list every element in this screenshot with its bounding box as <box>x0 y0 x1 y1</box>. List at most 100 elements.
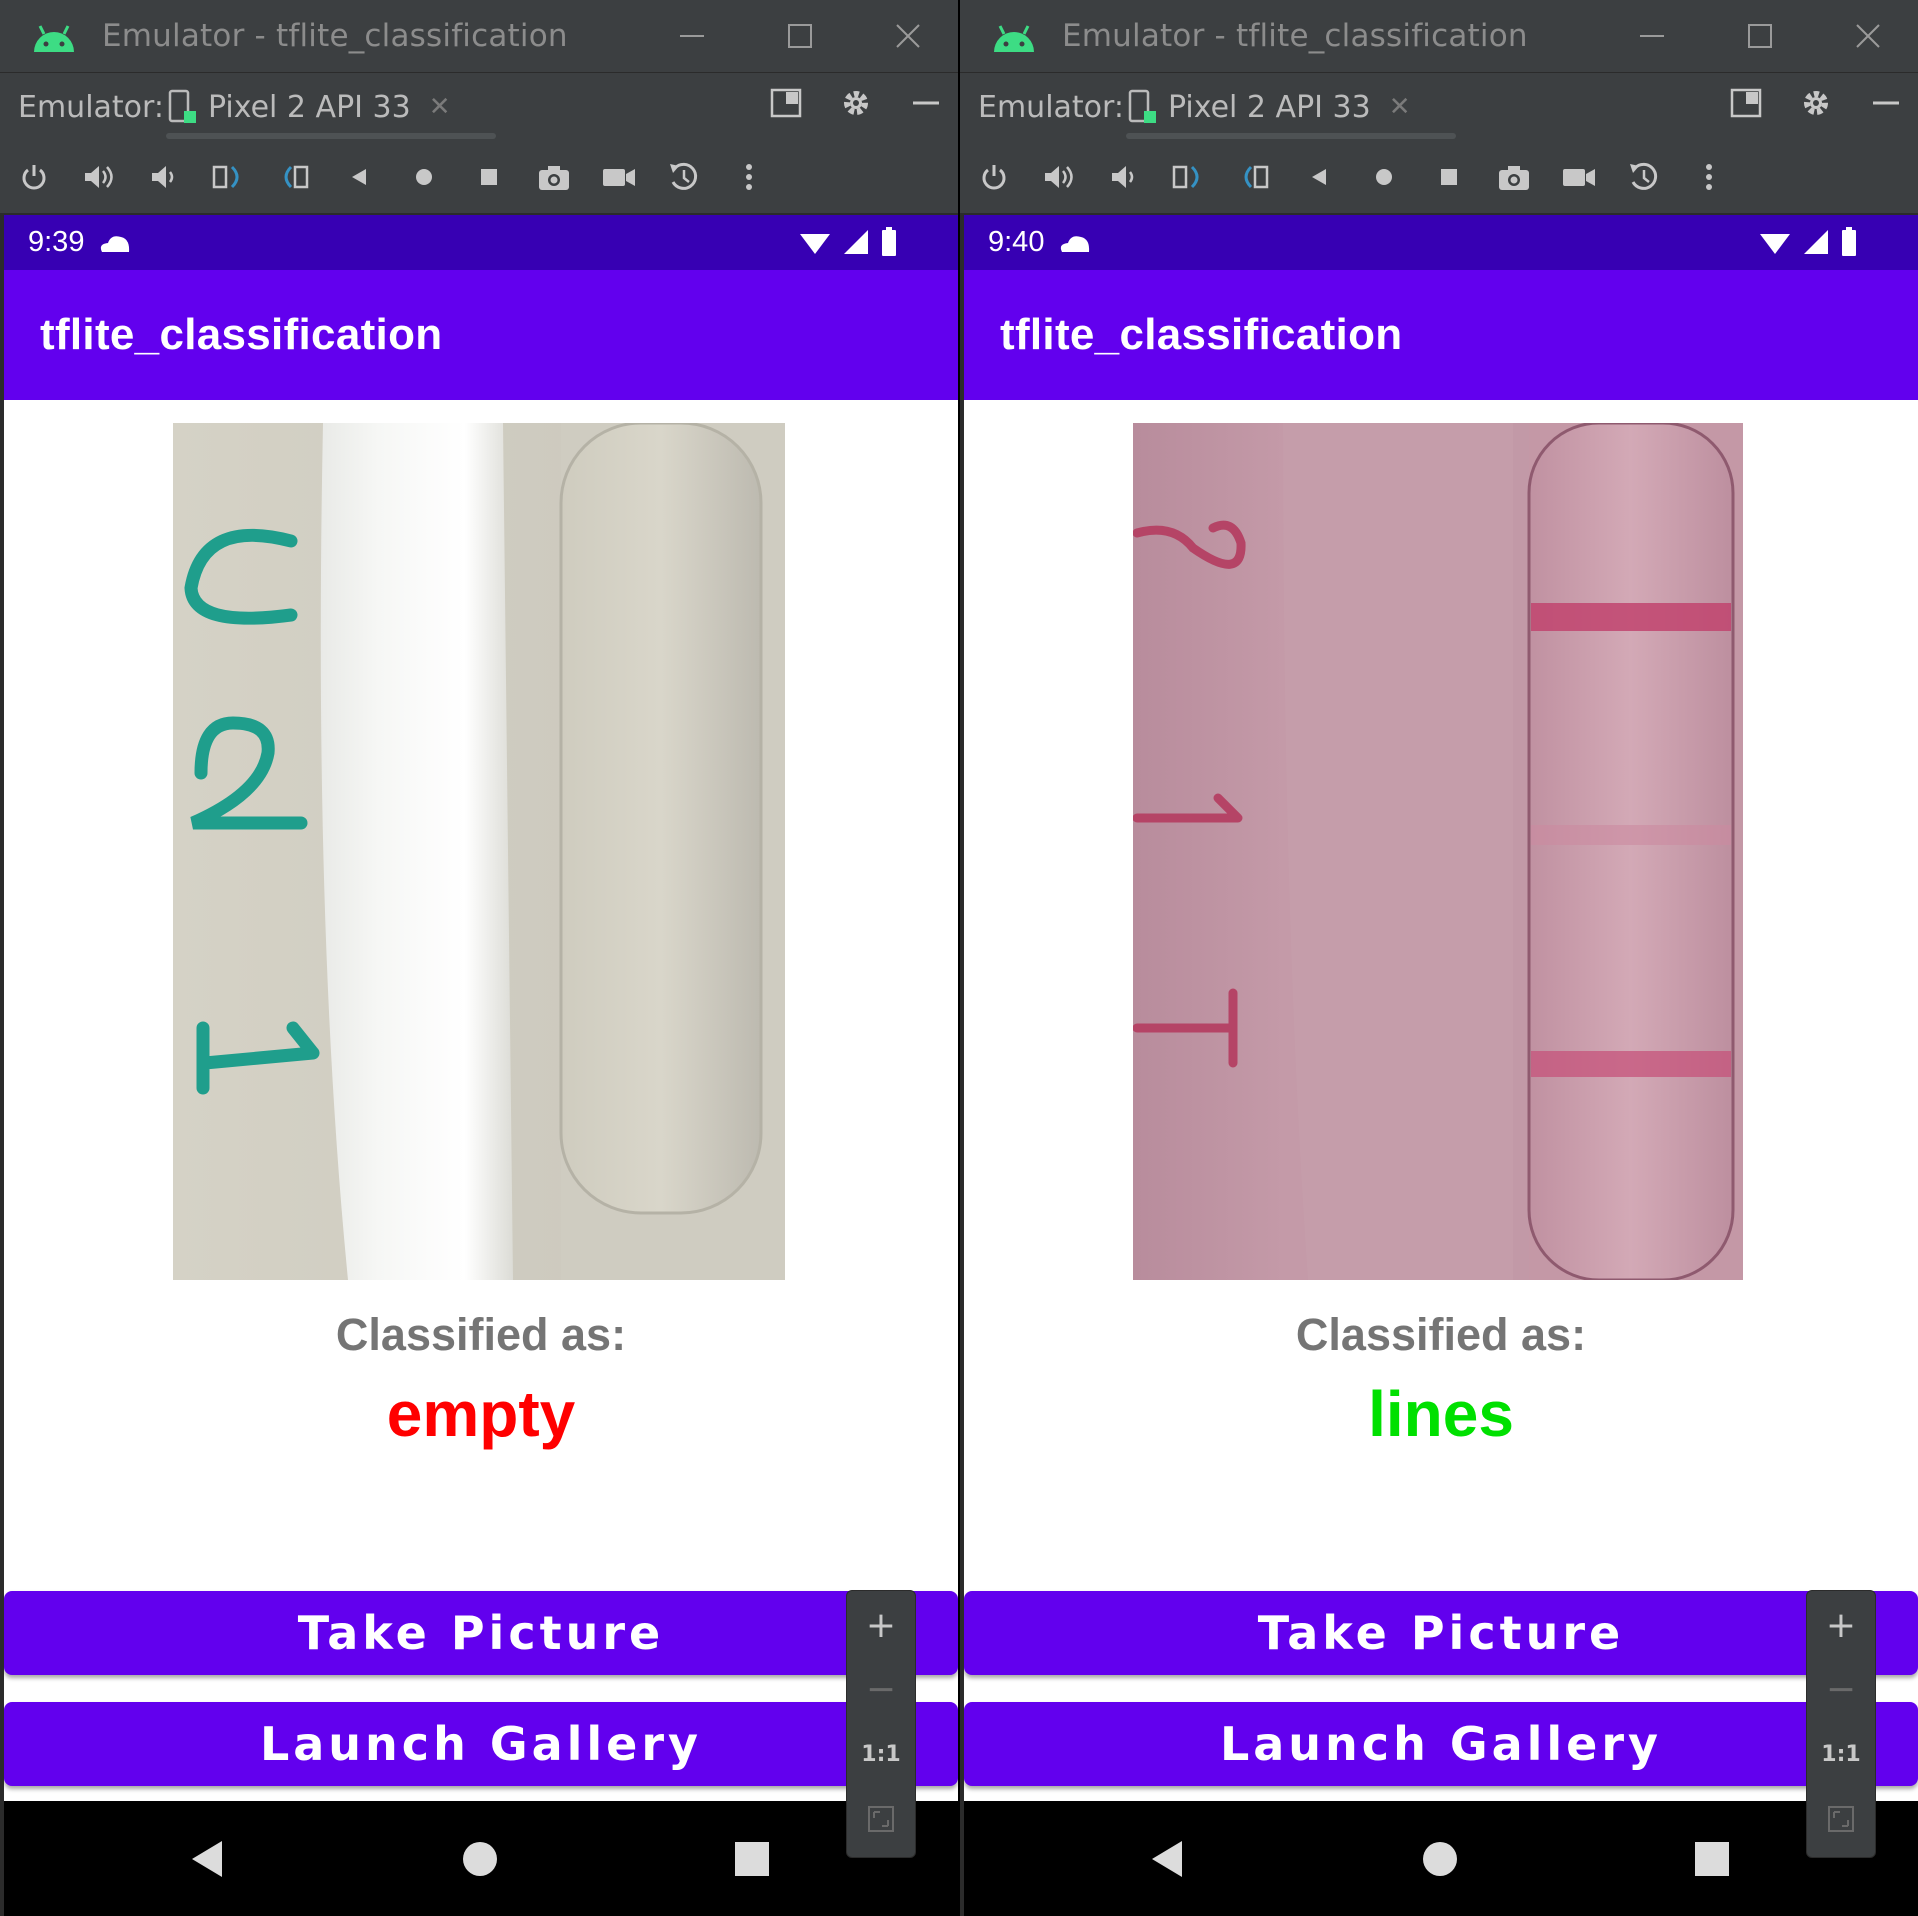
back-icon[interactable] <box>341 159 377 195</box>
classified-label: Classified as: <box>1295 1309 1587 1360</box>
close-button[interactable] <box>886 14 930 58</box>
zoom-controls: + − 1:1 <box>1806 1590 1876 1858</box>
device-name: Pixel 2 API 33 <box>208 89 411 125</box>
test-strip-image <box>173 423 785 1280</box>
fit-screen-icon <box>868 1806 894 1832</box>
device-name: Pixel 2 API 33 <box>1168 89 1371 125</box>
emulator-tab-bar: Emulator: Pixel 2 API 33 ✕ <box>0 73 958 141</box>
take-picture-button[interactable]: Take Picture <box>964 1591 1918 1675</box>
nav-home-icon[interactable] <box>450 1829 510 1889</box>
maximize-button[interactable] <box>1738 14 1782 58</box>
zoom-out-button[interactable]: − <box>847 1659 915 1719</box>
status-bar: 9:39 <box>4 215 958 270</box>
home-icon[interactable] <box>406 159 442 195</box>
rotate-left-icon[interactable] <box>211 159 247 195</box>
snapshot-icon[interactable] <box>666 159 702 195</box>
phone-screen[interactable]: 9:39 tflite_classification Classified as… <box>4 215 958 1916</box>
snapshot-icon[interactable] <box>1626 159 1662 195</box>
zoom-out-button[interactable]: − <box>1807 1659 1875 1719</box>
emulator-window-right: Emulator - tflite_classification Emulato… <box>960 0 1918 1916</box>
rotate-right-icon[interactable] <box>1236 159 1272 195</box>
emulator-toolbar <box>0 141 958 213</box>
power-icon[interactable] <box>16 159 52 195</box>
volume-down-icon[interactable] <box>146 159 182 195</box>
volume-up-icon[interactable] <box>1041 159 1077 195</box>
device-icon <box>1128 89 1156 123</box>
close-icon <box>1856 24 1880 48</box>
back-icon[interactable] <box>1301 159 1337 195</box>
device-tab[interactable]: Pixel 2 API 33 ✕ <box>1126 73 1456 141</box>
window-mode-icon[interactable] <box>1728 85 1764 121</box>
minimize-button[interactable] <box>670 14 714 58</box>
zoom-fit-button[interactable] <box>847 1789 915 1849</box>
minimize-icon <box>680 35 704 37</box>
tab-close-icon[interactable]: ✕ <box>429 92 451 122</box>
zoom-actual-size-button[interactable]: 1:1 <box>1807 1724 1875 1784</box>
zoom-fit-button[interactable] <box>1807 1789 1875 1849</box>
status-time: 9:39 <box>28 226 85 258</box>
screen-record-icon[interactable] <box>601 159 637 195</box>
screen-record-icon[interactable] <box>1561 159 1597 195</box>
screenshot-camera-icon[interactable] <box>536 159 572 195</box>
zoom-actual-size-button[interactable]: 1:1 <box>847 1724 915 1784</box>
minimize-icon <box>1640 35 1664 37</box>
emulator-window-left: Emulator - tflite_classification Emulato… <box>0 0 958 1916</box>
close-button[interactable] <box>1846 14 1890 58</box>
device-tab[interactable]: Pixel 2 API 33 ✕ <box>166 73 496 141</box>
zoom-controls: + − 1:1 <box>846 1590 916 1858</box>
hide-panel-icon[interactable] <box>908 85 944 121</box>
maximize-button[interactable] <box>778 14 822 58</box>
nav-recents-icon[interactable] <box>722 1829 782 1889</box>
minimize-button[interactable] <box>1630 14 1674 58</box>
emulator-label: Emulator: <box>18 89 164 125</box>
more-options-icon[interactable] <box>731 159 767 195</box>
launch-gallery-button[interactable]: Launch Gallery <box>4 1702 958 1786</box>
power-icon[interactable] <box>976 159 1012 195</box>
cloud-icon <box>1061 235 1090 252</box>
window-title-bar: Emulator - tflite_classification <box>960 0 1918 73</box>
phone-screen[interactable]: 9:40 tflite_classification Classified as… <box>964 215 1918 1916</box>
navigation-bar <box>964 1801 1918 1916</box>
rotate-left-icon[interactable] <box>1171 159 1207 195</box>
nav-back-icon[interactable] <box>178 1829 238 1889</box>
more-options-icon[interactable] <box>1691 159 1727 195</box>
zoom-in-button[interactable]: + <box>847 1595 915 1655</box>
test-strip-image <box>1133 423 1743 1280</box>
overview-icon[interactable] <box>471 159 507 195</box>
wifi-icon <box>800 234 830 254</box>
window-title: Emulator - tflite_classification <box>1062 18 1528 54</box>
app-bar: tflite_classification <box>4 270 958 400</box>
window-title: Emulator - tflite_classification <box>102 18 568 54</box>
android-logo-icon <box>994 25 1034 52</box>
classification-result: lines <box>1368 1378 1514 1450</box>
screenshot-camera-icon[interactable] <box>1496 159 1532 195</box>
settings-gear-icon[interactable] <box>1798 85 1834 121</box>
app-title: tflite_classification <box>40 310 443 359</box>
take-picture-button[interactable]: Take Picture <box>4 1591 958 1675</box>
window-mode-icon[interactable] <box>768 85 804 121</box>
nav-home-icon[interactable] <box>1410 1829 1470 1889</box>
settings-gear-icon[interactable] <box>838 85 874 121</box>
app-title: tflite_classification <box>1000 310 1403 359</box>
overview-icon[interactable] <box>1431 159 1467 195</box>
app-bar: tflite_classification <box>964 270 1918 400</box>
classified-label: Classified as: <box>335 1309 627 1360</box>
fit-screen-icon <box>1828 1806 1854 1832</box>
emulator-toolbar <box>960 141 1918 213</box>
home-icon[interactable] <box>1366 159 1402 195</box>
rotate-right-icon[interactable] <box>276 159 312 195</box>
zoom-in-button[interactable]: + <box>1807 1595 1875 1655</box>
maximize-icon <box>1748 24 1772 48</box>
battery-icon <box>1842 227 1856 256</box>
android-logo-icon <box>34 25 74 52</box>
launch-gallery-button[interactable]: Launch Gallery <box>964 1702 1918 1786</box>
volume-up-icon[interactable] <box>81 159 117 195</box>
tab-close-icon[interactable]: ✕ <box>1389 92 1411 122</box>
nav-back-icon[interactable] <box>1138 1829 1198 1889</box>
emulator-tab-bar: Emulator: Pixel 2 API 33 ✕ <box>960 73 1918 141</box>
nav-recents-icon[interactable] <box>1682 1829 1742 1889</box>
close-icon <box>896 24 920 48</box>
hide-panel-icon[interactable] <box>1868 85 1904 121</box>
maximize-icon <box>788 24 812 48</box>
volume-down-icon[interactable] <box>1106 159 1142 195</box>
